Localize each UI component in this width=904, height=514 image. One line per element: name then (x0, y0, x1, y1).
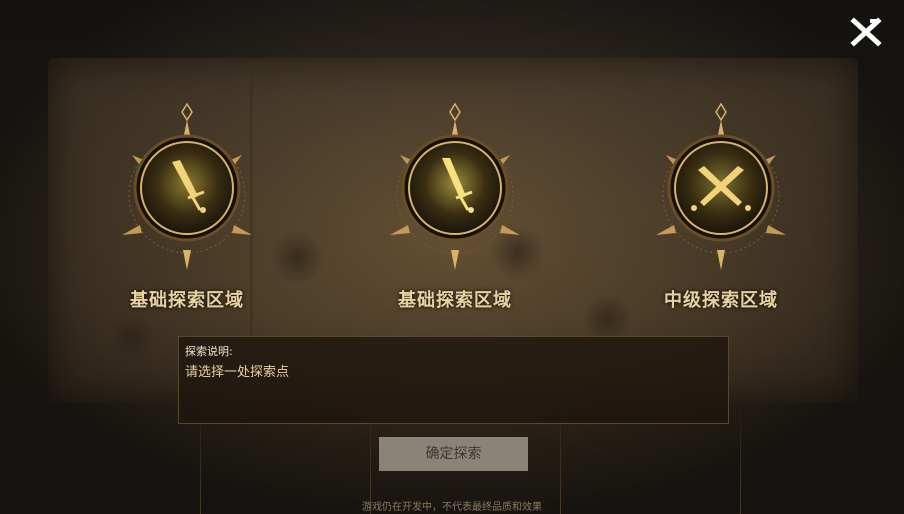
area-label: 基础探索区域 (398, 290, 512, 311)
explore-area-intermediate[interactable]: 中级探索区域 (646, 100, 796, 311)
confirm-explore-button[interactable]: 确定探索 (379, 437, 528, 471)
map-marker-ghost (270, 230, 325, 285)
disclaimer-text: 游戏仍在开发中，不代表最终品质和效果 (362, 502, 542, 513)
area-label: 中级探索区域 (664, 290, 778, 311)
map-marker-ghost (110, 315, 155, 360)
explore-area-basic-1[interactable]: 基础探索区域 (112, 100, 262, 311)
description-title: 探索说明: (185, 345, 233, 358)
compass-emblem (656, 102, 786, 270)
description-text: 请选择一处探索点 (185, 365, 290, 380)
description-panel: 探索说明: 请选择一处探索点 (178, 336, 729, 424)
floor-grid-line (740, 400, 741, 514)
compass-emblem (122, 102, 252, 270)
area-label: 基础探索区域 (130, 290, 244, 311)
close-button[interactable] (848, 16, 884, 48)
explore-area-basic-2[interactable]: 基础探索区域 (380, 100, 530, 311)
compass-emblem (390, 102, 520, 270)
close-icon (850, 17, 882, 47)
